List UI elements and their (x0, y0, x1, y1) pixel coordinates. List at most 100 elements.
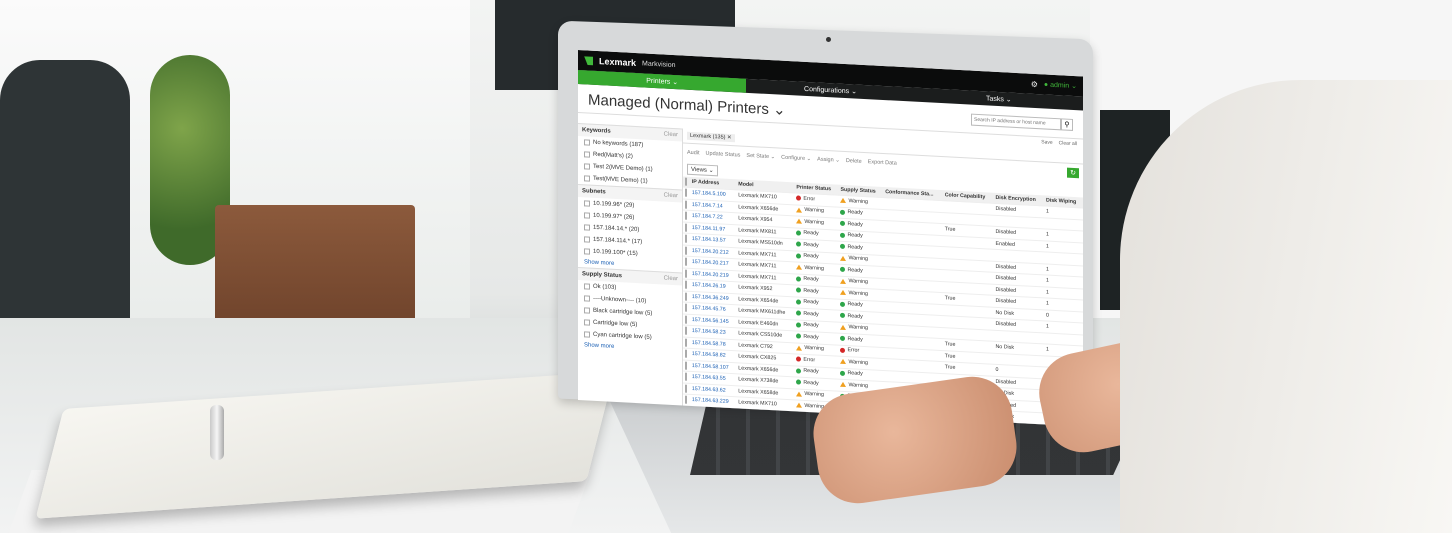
checkbox[interactable] (685, 223, 687, 232)
ready-icon (796, 379, 802, 385)
checkbox[interactable] (685, 395, 687, 404)
toolbar-action[interactable]: Configure ⌄ (781, 155, 811, 163)
checkbox[interactable] (685, 211, 687, 220)
checkbox[interactable] (584, 200, 590, 207)
subnets-clear[interactable]: Clear (664, 192, 678, 199)
status-label: Warning (804, 206, 824, 214)
checkbox[interactable] (685, 280, 687, 289)
status-label: Warning (848, 324, 868, 332)
gear-icon[interactable]: ⚙ (1031, 79, 1038, 88)
checkbox[interactable] (584, 212, 590, 219)
search-input[interactable] (971, 113, 1061, 131)
row-checkbox[interactable] (683, 244, 690, 257)
row-checkbox[interactable] (683, 267, 690, 280)
row-checkbox[interactable] (683, 198, 690, 211)
checkbox[interactable] (685, 315, 687, 324)
supply-filter-label: Black cartridge low (5) (593, 307, 653, 317)
supply-clear[interactable]: Clear (664, 275, 678, 282)
clear-all-link[interactable]: Clear all (1059, 140, 1077, 147)
row-checkbox[interactable] (683, 313, 690, 326)
checkbox[interactable] (584, 236, 590, 243)
checkbox[interactable] (584, 175, 590, 182)
status-label: Warning (848, 255, 868, 263)
toolbar-action[interactable]: Set State ⌄ (746, 153, 775, 161)
views-dropdown[interactable]: Views ⌄ (687, 163, 718, 177)
checkbox[interactable] (584, 248, 590, 255)
status-label: Ready (847, 335, 863, 343)
checkbox[interactable] (685, 349, 687, 358)
toolbar-action[interactable]: Delete (846, 158, 862, 165)
row-checkbox[interactable] (683, 210, 690, 222)
supply-filter-label: Cartridge low (5) (593, 319, 638, 329)
ready-icon (840, 370, 846, 376)
checkbox[interactable] (685, 326, 687, 335)
error-icon (840, 347, 846, 353)
checkbox[interactable] (685, 246, 687, 255)
save-link[interactable]: Save (1041, 139, 1052, 146)
checkbox[interactable] (685, 234, 687, 243)
status-label: Ready (847, 301, 863, 308)
warning-icon (840, 324, 847, 330)
checkbox[interactable] (584, 307, 590, 314)
status-label: Warning (804, 264, 824, 272)
checkbox[interactable] (584, 139, 590, 146)
search-box: ⚲ (971, 113, 1073, 131)
warning-icon (796, 218, 803, 224)
checkbox[interactable] (685, 200, 687, 209)
supply-filter-label: Ok (103) (593, 283, 617, 292)
select-all-checkbox[interactable] (683, 176, 690, 188)
row-checkbox[interactable] (683, 290, 690, 303)
checkbox[interactable] (584, 295, 590, 302)
refresh-icon[interactable]: ↻ (1067, 167, 1079, 179)
status-label: Warning (848, 278, 868, 286)
checkbox[interactable] (685, 338, 687, 347)
checkbox[interactable] (584, 331, 590, 338)
toolbar-action[interactable]: Update Status (706, 151, 741, 159)
row-checkbox[interactable] (683, 382, 690, 395)
checkbox[interactable] (685, 384, 687, 393)
checkbox[interactable] (584, 319, 590, 326)
warning-icon (840, 278, 847, 284)
checkbox[interactable] (685, 188, 687, 197)
user-menu[interactable]: ● admin ⌄ (1044, 80, 1077, 90)
row-checkbox[interactable] (683, 371, 690, 383)
toolbar-action[interactable]: Assign ⌄ (817, 157, 840, 164)
checkbox[interactable] (685, 372, 687, 381)
row-checkbox[interactable] (683, 302, 690, 314)
toolbar-action[interactable]: Export Data (868, 159, 897, 167)
row-checkbox[interactable] (683, 359, 690, 372)
filter-chip[interactable]: Lexmark (135) ✕ (687, 131, 735, 143)
ready-icon (796, 298, 802, 305)
ready-icon (840, 209, 846, 215)
checkbox[interactable] (685, 303, 687, 312)
row-checkbox[interactable] (683, 256, 690, 268)
ready-icon (840, 335, 846, 342)
row-checkbox[interactable] (683, 394, 690, 406)
search-icon[interactable]: ⚲ (1061, 118, 1073, 131)
status-label: Ready (803, 252, 819, 260)
checkbox[interactable] (584, 163, 590, 170)
row-checkbox[interactable] (683, 325, 690, 337)
checkbox[interactable] (685, 361, 687, 370)
row-checkbox[interactable] (683, 221, 690, 234)
checkbox[interactable] (584, 151, 590, 158)
checkbox[interactable] (685, 292, 687, 301)
checkbox[interactable] (584, 224, 590, 231)
printer-list: Lexmark (135) ✕ Audit Update Status Set St… (683, 128, 1083, 427)
row-checkbox[interactable] (683, 279, 690, 291)
row-checkbox[interactable] (683, 187, 690, 199)
row-checkbox[interactable] (683, 233, 690, 245)
subnet-filter-label: 10.199.100* (15) (593, 248, 638, 258)
warning-icon (840, 255, 847, 261)
checkbox[interactable] (584, 283, 590, 290)
ready-icon (796, 321, 802, 328)
keywords-clear[interactable]: Clear (664, 131, 678, 138)
user-name: admin (1050, 81, 1070, 90)
checkbox[interactable] (685, 269, 687, 278)
close-icon[interactable]: ✕ (727, 135, 732, 141)
checkbox[interactable] (685, 257, 687, 266)
toolbar-action[interactable]: Audit (687, 150, 700, 157)
status-label: Ready (803, 333, 819, 341)
row-checkbox[interactable] (683, 336, 690, 349)
row-checkbox[interactable] (683, 348, 690, 360)
